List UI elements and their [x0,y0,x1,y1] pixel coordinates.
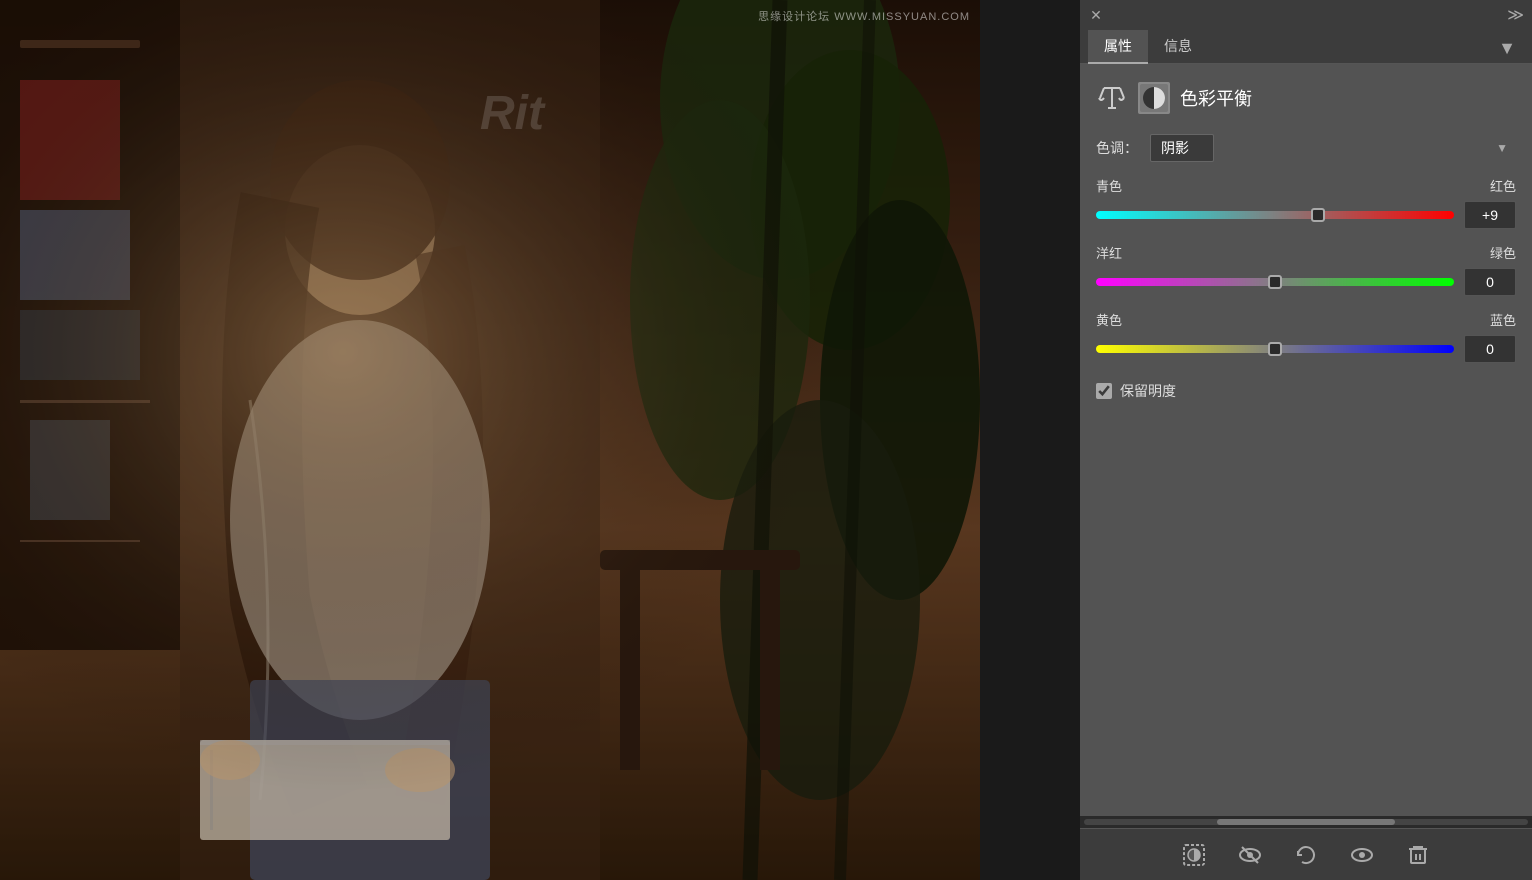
photo-canvas: 思缘设计论坛 WWW.MISSYUAN.COM Rit [0,0,980,880]
blue-label: 蓝色 [1490,310,1516,329]
reset-button[interactable] [1288,837,1324,873]
delete-button[interactable] [1400,837,1436,873]
magenta-green-slider-row [1096,268,1516,296]
tone-selector-row: 色调： 阴影 中间调 高光 ▼ [1096,134,1516,162]
balance-scale-icon[interactable] [1096,82,1128,114]
cyan-red-thumb[interactable] [1311,208,1325,222]
cyan-red-track-wrapper[interactable] [1096,205,1454,225]
scrollbar-area[interactable] [1080,816,1532,828]
yellow-blue-track-wrapper[interactable] [1096,339,1454,359]
yellow-blue-slider-row [1096,335,1516,363]
magenta-green-labels: 洋红 绿色 [1096,243,1516,262]
color-balance-panel: ✕ ≫ 属性 信息 ▼ [1080,0,1532,880]
red-label: 红色 [1490,176,1516,195]
yellow-blue-thumb[interactable] [1268,342,1282,356]
green-label: 绿色 [1490,243,1516,262]
cyan-label: 青色 [1096,176,1122,195]
cyan-red-value[interactable] [1464,201,1516,229]
cyan-red-slider-row [1096,201,1516,229]
magenta-green-thumb[interactable] [1268,275,1282,289]
magenta-green-slider-group: 洋红 绿色 [1096,243,1516,296]
panel-title: 色彩平衡 [1180,85,1252,111]
tab-menu-button[interactable]: ▼ [1490,34,1524,63]
panel-header: ✕ ≫ [1080,0,1532,30]
chevron-down-icon: ▼ [1496,141,1508,155]
magenta-green-track-wrapper[interactable] [1096,272,1454,292]
mask-icon[interactable] [1138,82,1170,114]
title-row: 色彩平衡 [1096,76,1516,120]
panel-content: 色彩平衡 色调： 阴影 中间调 高光 ▼ 青色 红色 [1080,64,1532,452]
yellow-blue-slider-group: 黄色 蓝色 [1096,310,1516,363]
mask-selection-button[interactable] [1176,837,1212,873]
panel-tabs: 属性 信息 ▼ [1080,30,1532,64]
rit-text: Rit [480,86,544,141]
visibility-button[interactable] [1344,837,1380,873]
magenta-label: 洋红 [1096,243,1122,262]
preserve-luminosity-label[interactable]: 保留明度 [1120,381,1176,401]
yellow-label: 黄色 [1096,310,1122,329]
cyan-red-labels: 青色 红色 [1096,176,1516,195]
preserve-luminosity-checkbox[interactable] [1096,383,1112,399]
yellow-blue-labels: 黄色 蓝色 [1096,310,1516,329]
scrollbar-track [1084,819,1528,825]
scrollbar-thumb[interactable] [1217,819,1395,825]
watermark: 思缘设计论坛 WWW.MISSYUAN.COM [758,8,970,24]
view-button[interactable] [1232,837,1268,873]
cyan-red-slider-group: 青色 红色 [1096,176,1516,229]
tab-info[interactable]: 信息 [1148,30,1208,64]
collapse-button[interactable]: ≫ [1507,5,1524,25]
tab-properties[interactable]: 属性 [1088,30,1148,64]
tone-dropdown-wrapper: 阴影 中间调 高光 ▼ [1150,134,1516,162]
preserve-luminosity-row: 保留明度 [1096,381,1516,401]
close-button[interactable]: ✕ [1088,7,1104,23]
magenta-green-value[interactable] [1464,268,1516,296]
bottom-toolbar [1080,828,1532,880]
tone-label: 色调： [1096,138,1138,158]
cyan-red-track [1096,211,1454,219]
tone-dropdown[interactable]: 阴影 中间调 高光 [1150,134,1214,162]
yellow-blue-value[interactable] [1464,335,1516,363]
